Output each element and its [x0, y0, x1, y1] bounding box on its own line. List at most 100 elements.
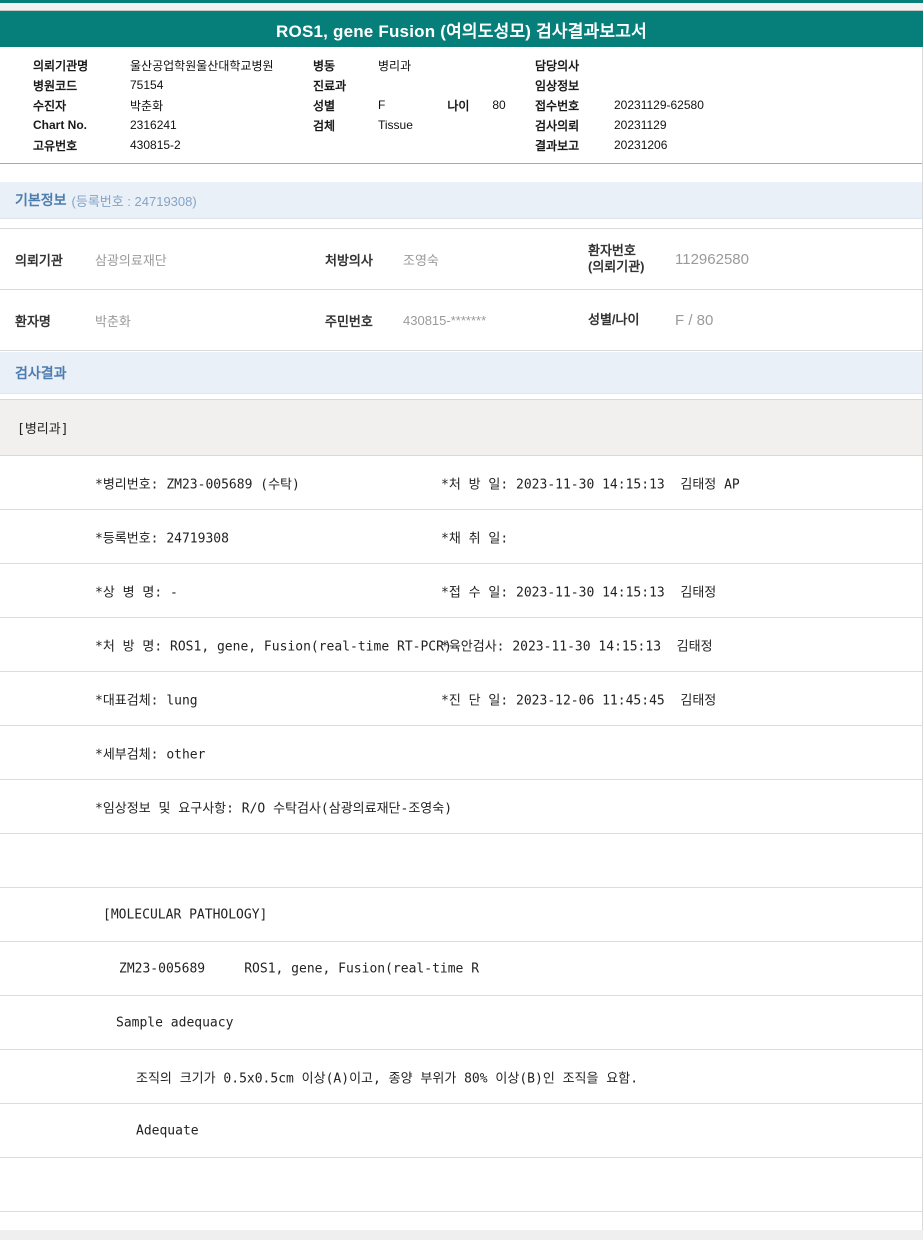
results-section-header: 검사결과 [0, 352, 922, 394]
patient-info-right-column: 담당의사 임상정보 접수번호 20231129-62580 검사의뢰 20231… [532, 55, 922, 163]
info-row-attending-doctor: 담당의사 [535, 55, 922, 75]
basic-info-row-org: 의뢰기관 삼광의료재단 처방의사 조영숙 환자번호 (의뢰기관) 11296258… [0, 229, 922, 290]
field-label: 주민번호 [325, 313, 373, 329]
result-left: *임상정보 및 요구사항: R/O 수탁검사(삼광의료재단-조영숙) [95, 801, 453, 816]
field-value: F / 80 [675, 311, 714, 329]
field-label-line1: 환자번호 [588, 243, 636, 258]
result-row-empty-bottom [0, 1158, 922, 1212]
result-row-pathology-no: *병리번호: ZM23-005689 (수탁) *처 방 일: 2023-11-… [0, 456, 922, 510]
results-title: 검사결과 [15, 364, 67, 381]
patient-info-middle-column: 병동 병리과 진료과 성별 F 나이 80 검체 Tissue [300, 55, 532, 163]
field-value: 2316241 [130, 118, 177, 132]
info-row-unique-no: 고유번호 430815-2 [33, 135, 300, 155]
info-row-clinical-info: 임상정보 [535, 75, 922, 95]
field-label: 성별/나이 [588, 312, 640, 327]
field-value: F [378, 98, 386, 112]
result-row-main-specimen: *대표검체: lung *진 단 일: 2023-12-06 11:45:45 … [0, 672, 922, 726]
info-row-specimen: 검체 Tissue [313, 115, 532, 135]
report-page: ROS1, gene Fusion (여의도성모) 검사결과보고서 의뢰기관명 … [0, 0, 923, 1241]
result-left: *대표검체: lung [95, 693, 198, 708]
field-label-patient-no: 환자번호 (의뢰기관) [588, 243, 675, 275]
result-row-sample-adequacy-label: Sample adequacy [0, 996, 922, 1050]
field-label: 검사의뢰 [535, 118, 580, 133]
info-row-hospital-code: 병원코드 75154 [33, 75, 300, 95]
field-label: Chart No. [33, 118, 87, 132]
field-value: 박춘화 [95, 313, 131, 329]
footer-bar [0, 1230, 923, 1240]
result-right: *육안검사: 2023-11-30 14:15:13 김태정 [441, 639, 713, 654]
field-label: 병동 [313, 58, 336, 73]
info-row-requesting-org: 의뢰기관명 울산공업학원울산대학교병원 [33, 55, 300, 75]
field-label: 성별 [313, 98, 336, 113]
result-row-test-name: ZM23-005689 ROS1, gene, Fusion(real-time… [0, 942, 922, 996]
field-value: 삼광의료재단 [95, 252, 167, 268]
field-label: 의뢰기관명 [33, 58, 89, 73]
department-label: [병리과] [17, 422, 69, 437]
info-row-result-report-date: 결과보고 20231206 [535, 135, 922, 155]
patient-info-left-column: 의뢰기관명 울산공업학원울산대학교병원 병원코드 75154 수진자 박춘화 C… [0, 55, 300, 163]
result-left: Sample adequacy [116, 1015, 234, 1030]
field-value: 112962580 [675, 250, 749, 268]
field-value: 20231129 [614, 118, 667, 132]
report-title-bar: ROS1, gene Fusion (여의도성모) 검사결과보고서 [0, 11, 923, 47]
field-label: 진료과 [313, 78, 347, 93]
field-label-line2: (의뢰기관) [588, 259, 645, 274]
result-row-sub-specimen: *세부검체: other [0, 726, 922, 780]
field-label: 환자명 [15, 313, 51, 329]
result-row-clinical-request: *임상정보 및 요구사항: R/O 수탁검사(삼광의료재단-조영숙) [0, 780, 922, 834]
result-left: *등록번호: 24719308 [95, 531, 229, 546]
field-value: 20231206 [614, 138, 668, 152]
info-row-ward: 병동 병리과 [313, 55, 532, 75]
result-right: *진 단 일: 2023-12-06 11:45:45 김태정 [441, 693, 717, 708]
field-value: 울산공업학원울산대학교병원 [130, 58, 274, 73]
info-row-chart-no: Chart No. 2316241 [33, 115, 300, 135]
field-value: Tissue [378, 118, 413, 132]
result-row-disease-name: *상 병 명: - *접 수 일: 2023-11-30 14:15:13 김태… [0, 564, 922, 618]
result-left: 조직의 크기가 0.5x0.5cm 이상(A)이고, 종양 부위가 80% 이상… [136, 1071, 639, 1086]
field-label: 의뢰기관 [15, 252, 63, 268]
info-row-sex-age: 성별 F 나이 80 [313, 95, 532, 115]
registration-number: (등록번호 : 24719308) [71, 193, 197, 209]
result-row-adequacy-result: Adequate [0, 1104, 922, 1158]
department-row: [병리과] [0, 399, 922, 456]
field-label: 병원코드 [33, 78, 78, 93]
basic-info-title: 기본정보 [15, 192, 67, 208]
field-label: 수진자 [33, 98, 67, 113]
field-value: 20231129-62580 [614, 98, 704, 112]
field-label: 접수번호 [535, 98, 580, 113]
result-left: ZM23-005689 ROS1, gene, Fusion(real-time… [119, 961, 480, 976]
field-value: 430815-******* [403, 312, 487, 328]
result-right: *채 취 일: [441, 531, 509, 546]
result-row-adequacy-criteria: 조직의 크기가 0.5x0.5cm 이상(A)이고, 종양 부위가 80% 이상… [0, 1050, 922, 1104]
info-row-receipt-no: 접수번호 20231129-62580 [535, 95, 922, 115]
result-row-prescription-name: *처 방 명: ROS1, gene, Fusion(real-time RT-… [0, 618, 922, 672]
result-row-empty [0, 834, 922, 888]
field-value: 조영숙 [403, 252, 439, 268]
basic-info-rows: 의뢰기관 삼광의료재단 처방의사 조영숙 환자번호 (의뢰기관) 11296258… [0, 228, 922, 351]
info-row-department: 진료과 [313, 75, 532, 95]
result-row-molecular-pathology-header: [MOLECULAR PATHOLOGY] [0, 888, 922, 942]
field-value-age: 80 [492, 98, 506, 112]
info-row-test-request-date: 검사의뢰 20231129 [535, 115, 922, 135]
field-label: 결과보고 [535, 138, 580, 153]
result-right: *처 방 일: 2023-11-30 14:15:13 김태정 AP [441, 477, 740, 492]
field-value: 75154 [130, 78, 164, 92]
field-label: 고유번호 [33, 138, 78, 153]
result-left: *세부검체: other [95, 747, 206, 762]
basic-info-section-header: 기본정보 (등록번호 : 24719308) [0, 182, 922, 219]
result-right: *접 수 일: 2023-11-30 14:15:13 김태정 [441, 585, 717, 600]
result-left: *상 병 명: - [95, 585, 178, 600]
field-label: 임상정보 [535, 78, 580, 93]
field-value: 430815-2 [130, 138, 181, 152]
field-label: 담당의사 [535, 58, 580, 73]
report-content: 의뢰기관명 울산공업학원울산대학교병원 병원코드 75154 수진자 박춘화 C… [0, 47, 923, 1230]
field-value: 병리과 [378, 58, 412, 73]
patient-info-table: 의뢰기관명 울산공업학원울산대학교병원 병원코드 75154 수진자 박춘화 C… [0, 47, 922, 164]
result-left: *처 방 명: ROS1, gene, Fusion(real-time RT-… [95, 639, 452, 654]
tail-spacer [0, 1212, 922, 1230]
top-gap [0, 3, 923, 11]
result-row-registration-no: *등록번호: 24719308 *채 취 일: [0, 510, 922, 564]
field-value: 박춘화 [130, 98, 164, 113]
field-label: 처방의사 [325, 252, 373, 268]
field-label-age: 나이 [447, 98, 470, 113]
